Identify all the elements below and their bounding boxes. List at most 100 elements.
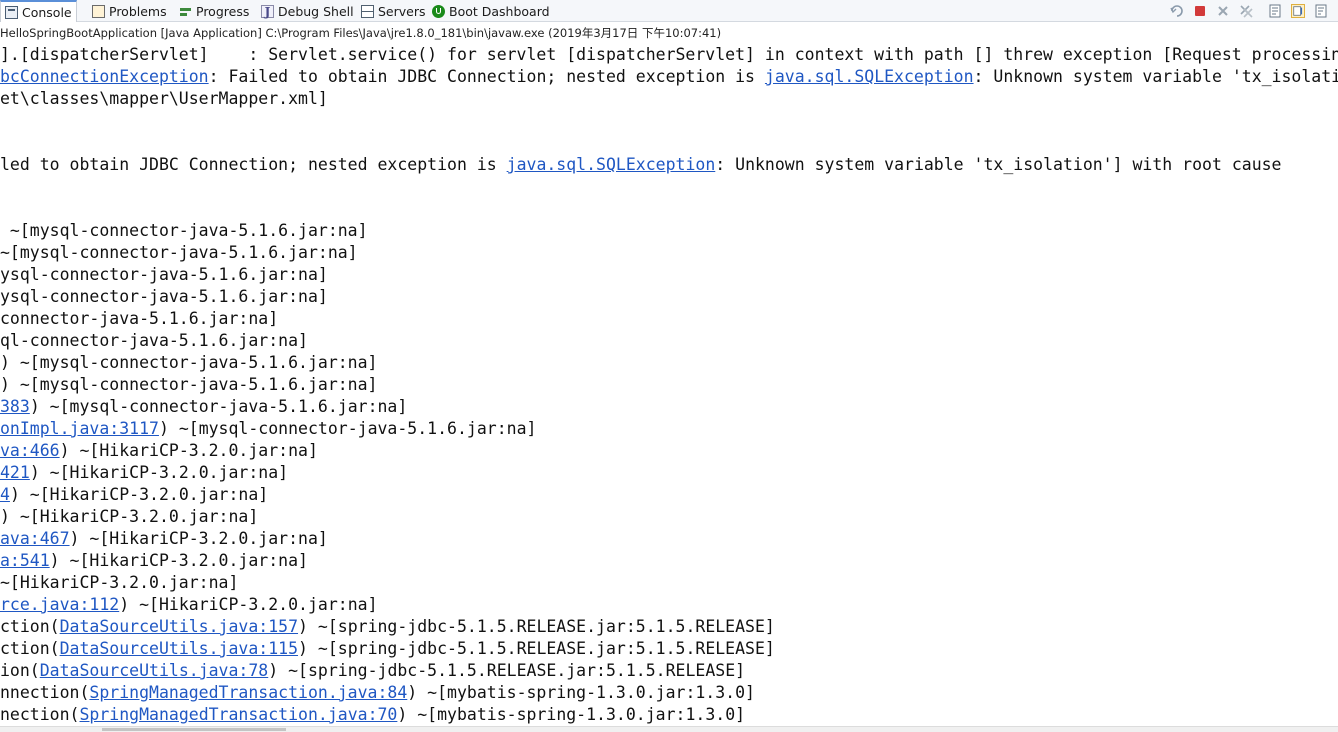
stacktrace-link[interactable]: a:541 (0, 551, 50, 570)
console-text: ) ~[HikariCP-3.2.0.jar:na] (119, 595, 378, 614)
remove-all-icon[interactable] (1239, 4, 1253, 18)
tab-label: Console (22, 4, 72, 20)
console-text: ion( (0, 661, 40, 680)
debug-shell-icon: J (261, 4, 274, 18)
stacktrace-link[interactable]: ava:467 (0, 529, 70, 548)
stacktrace-link[interactable]: java.sql.SQLException (507, 155, 716, 174)
console-line: ) ~[mysql-connector-java-5.1.6.jar:na] (0, 352, 378, 374)
stacktrace-link[interactable]: bcConnectionException (0, 67, 209, 86)
console-text: ction( (0, 639, 60, 658)
tab-label: Problems (109, 3, 167, 19)
console-line: va:466) ~[HikariCP-3.2.0.jar:na] (0, 440, 318, 462)
console-icon (5, 5, 18, 19)
tab-label: Servers (378, 3, 426, 19)
console-line: ion(DataSourceUtils.java:78) ~[spring-jd… (0, 660, 745, 682)
tab-boot-dashboard[interactable]: Boot Dashboard (432, 0, 550, 22)
tab-label: Debug Shell (278, 3, 354, 19)
stacktrace-link[interactable]: 421 (0, 463, 30, 482)
console-text: et\classes\mapper\UserMapper.xml] (0, 89, 328, 108)
console-text: ) ~[mysql-connector-java-5.1.6.jar:na] (0, 353, 378, 372)
console-line: 383) ~[mysql-connector-java-5.1.6.jar:na… (0, 396, 407, 418)
console-text: ) ~[HikariCP-3.2.0.jar:na] (29, 463, 289, 482)
disconnect-icon[interactable] (1170, 4, 1184, 18)
console-line: ysql-connector-java-5.1.6.jar:na] (0, 264, 328, 286)
console-line: led to obtain JDBC Connection; nested ex… (0, 154, 1282, 176)
console-line: ql-connector-java-5.1.6.jar:na] (0, 330, 308, 352)
clear-console-icon[interactable] (1268, 4, 1282, 18)
console-text: ~[mysql-connector-java-5.1.6.jar:na] (0, 243, 358, 262)
console-text: ction( (0, 617, 60, 636)
console-line: nnection(SpringManagedTransaction.java:8… (0, 682, 755, 704)
console-line: ) ~[mysql-connector-java-5.1.6.jar:na] (0, 374, 378, 396)
console-line: connector-java-5.1.6.jar:na] (0, 308, 278, 330)
console-line: ~[mysql-connector-java-5.1.6.jar:na] (0, 242, 358, 264)
tab-debug-shell[interactable]: J Debug Shell (261, 0, 354, 22)
terminate-icon[interactable] (1193, 4, 1207, 18)
stacktrace-link[interactable]: 4 (0, 485, 10, 504)
console-text: ) ~[mysql-connector-java-5.1.6.jar:na] (29, 397, 408, 416)
console-line: 421) ~[HikariCP-3.2.0.jar:na] (0, 462, 288, 484)
console-text: ~[HikariCP-3.2.0.jar:na] (0, 573, 239, 592)
stacktrace-link[interactable]: DataSourceUtils.java:157 (60, 617, 298, 636)
console-text: nection( (0, 705, 80, 724)
console-text: ) ~[HikariCP-3.2.0.jar:na] (59, 441, 318, 460)
console-text: nnection( (0, 683, 90, 702)
stacktrace-link[interactable]: SpringManagedTransaction.java:70 (79, 705, 397, 724)
problems-icon (92, 4, 105, 18)
console-text: ) ~[spring-jdbc-5.1.5.RELEASE.jar:5.1.5.… (298, 639, 775, 658)
stacktrace-link[interactable]: DataSourceUtils.java:78 (40, 661, 268, 680)
console-text: ].[dispatcherServlet] : Servlet.service(… (0, 45, 1338, 64)
console-text: connector-java-5.1.6.jar:na] (0, 309, 279, 328)
console-text: ) ~[spring-jdbc-5.1.5.RELEASE.jar:5.1.5.… (298, 617, 775, 636)
tab-servers[interactable]: Servers (361, 0, 426, 22)
stacktrace-link[interactable]: rce.java:112 (0, 595, 119, 614)
console-line: 4) ~[HikariCP-3.2.0.jar:na] (0, 484, 268, 506)
console-text: ysql-connector-java-5.1.6.jar:na] (0, 265, 328, 284)
stacktrace-link[interactable]: java.sql.SQLException (765, 67, 974, 86)
console-line: nection(SpringManagedTransaction.java:70… (0, 704, 745, 726)
console-text: ) ~[HikariCP-3.2.0.jar:na] (69, 529, 328, 548)
progress-icon (179, 4, 192, 18)
console-line: ~[mysql-connector-java-5.1.6.jar:na] (0, 220, 368, 242)
scroll-lock-icon[interactable] (1291, 4, 1305, 18)
console-line: et\classes\mapper\UserMapper.xml] (0, 88, 328, 110)
console-line: onImpl.java:3117) ~[mysql-connector-java… (0, 418, 536, 440)
stacktrace-link[interactable]: SpringManagedTransaction.java:84 (89, 683, 407, 702)
stacktrace-link[interactable]: 383 (0, 397, 30, 416)
console-line: bcConnectionException: Failed to obtain … (0, 66, 1338, 88)
console-text: ) ~[mysql-connector-java-5.1.6.jar:na] (0, 375, 378, 394)
console-line: rce.java:112) ~[HikariCP-3.2.0.jar:na] (0, 594, 378, 616)
console-text: ) ~[HikariCP-3.2.0.jar:na] (49, 551, 308, 570)
console-line: a:541) ~[HikariCP-3.2.0.jar:na] (0, 550, 308, 572)
stacktrace-link[interactable]: va:466 (0, 441, 60, 460)
launch-path-label: HelloSpringBootApplication [Java Applica… (0, 22, 1338, 44)
console-text: ysql-connector-java-5.1.6.jar:na] (0, 287, 328, 306)
console-text: ~[mysql-connector-java-5.1.6.jar:na] (0, 221, 368, 240)
tab-console[interactable]: Console (0, 0, 77, 22)
console-text: ) ~[spring-jdbc-5.1.5.RELEASE.jar:5.1.5.… (268, 661, 746, 680)
remove-launch-icon[interactable] (1216, 4, 1230, 18)
stacktrace-link[interactable]: DataSourceUtils.java:115 (60, 639, 298, 658)
console-text: ) ~[HikariCP-3.2.0.jar:na] (9, 485, 269, 504)
console-text: ) ~[HikariCP-3.2.0.jar:na] (0, 507, 259, 526)
console-output[interactable]: ].[dispatcherServlet] : Servlet.service(… (0, 44, 1338, 726)
console-line: ysql-connector-java-5.1.6.jar:na] (0, 286, 328, 308)
console-line: ) ~[HikariCP-3.2.0.jar:na] (0, 506, 258, 528)
word-wrap-icon[interactable] (1314, 4, 1328, 18)
console-line: ava:467) ~[HikariCP-3.2.0.jar:na] (0, 528, 328, 550)
console-line: ~[HikariCP-3.2.0.jar:na] (0, 572, 238, 594)
console-text: : Failed to obtain JDBC Connection; nest… (208, 67, 765, 86)
console-text: : Unknown system variable 'tx_isolation'… (715, 155, 1282, 174)
console-line: ].[dispatcherServlet] : Servlet.service(… (0, 44, 1338, 66)
console-line: ction(DataSourceUtils.java:115) ~[spring… (0, 638, 775, 660)
horizontal-scrollbar[interactable] (0, 726, 1338, 732)
console-text: ) ~[mybatis-spring-1.3.0.jar:1.3.0] (397, 705, 746, 724)
tab-progress[interactable]: Progress (179, 0, 249, 22)
console-text: ql-connector-java-5.1.6.jar:na] (0, 331, 308, 350)
console-text: led to obtain JDBC Connection; nested ex… (0, 155, 507, 174)
tab-problems[interactable]: Problems (92, 0, 167, 22)
boot-dashboard-icon (432, 4, 445, 18)
servers-icon (361, 4, 374, 18)
console-line: ction(DataSourceUtils.java:157) ~[spring… (0, 616, 775, 638)
stacktrace-link[interactable]: onImpl.java:3117 (0, 419, 159, 438)
